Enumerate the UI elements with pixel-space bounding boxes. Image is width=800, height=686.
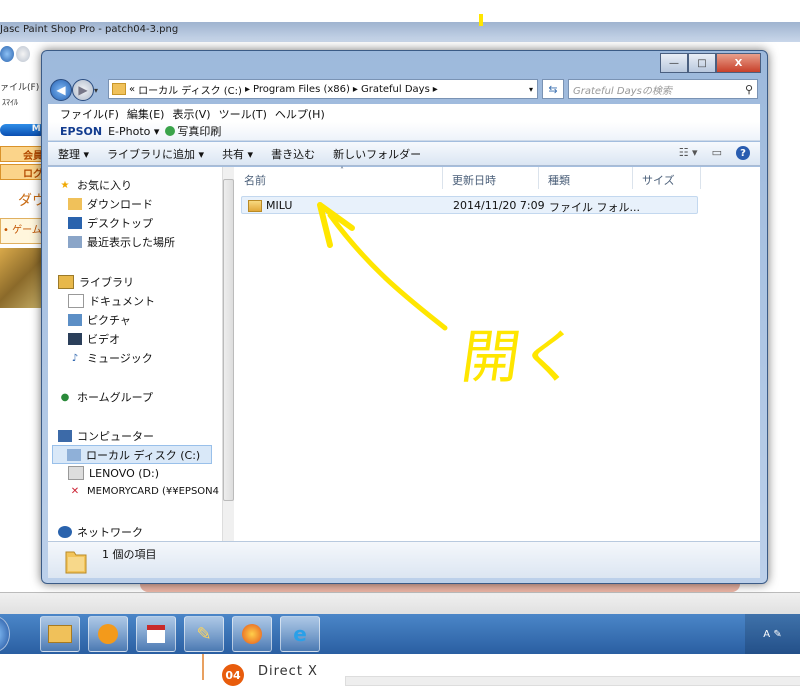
taskbar: ✎ e A ✎: [0, 614, 800, 654]
taskbar-app-orange[interactable]: [88, 616, 128, 652]
paint-icon: ✎: [196, 623, 212, 645]
taskbar-explorer[interactable]: [40, 616, 80, 652]
section-number-badge: 04: [222, 664, 244, 686]
background-page-divider: [202, 654, 204, 680]
internet-explorer-icon: e: [293, 622, 307, 646]
annotation-layer: [317, 14, 483, 331]
folder-icon: [48, 625, 72, 643]
system-tray[interactable]: A ✎: [745, 614, 800, 654]
section-bar: [345, 676, 800, 686]
taskbar-app-calendar[interactable]: [136, 616, 176, 652]
start-button[interactable]: [0, 616, 10, 652]
taskbar-firefox[interactable]: [232, 616, 272, 652]
app-orange-icon: [98, 624, 118, 644]
taskbar-internet-explorer[interactable]: e: [280, 616, 320, 652]
taskbar-paint-shop-pro[interactable]: ✎: [184, 616, 224, 652]
calendar-icon: [147, 625, 165, 643]
section-title: Direct X: [258, 664, 318, 679]
firefox-icon: [242, 624, 262, 644]
annotation-arrow-line: [327, 212, 448, 331]
annotation-text: 開く: [457, 323, 583, 391]
